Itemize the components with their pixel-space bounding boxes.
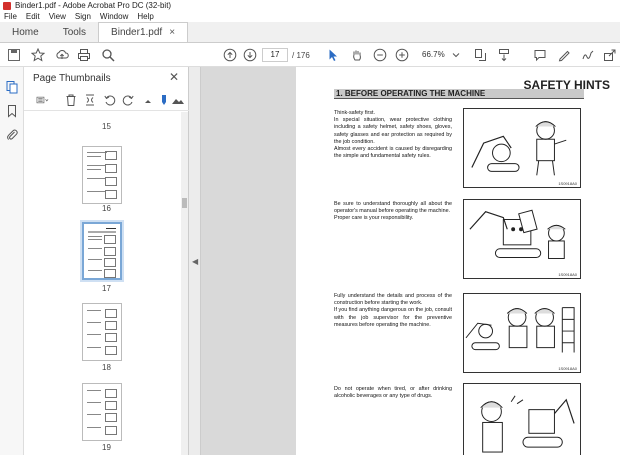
safety-paragraph-2: Be sure to understand thoroughly all abo… xyxy=(334,201,452,222)
safety-paragraph-1: Think-safety first. In special situation… xyxy=(334,110,452,160)
thumbnail-page-18[interactable] xyxy=(82,303,122,361)
illustration-operator-manual: 1S0918A0 xyxy=(463,199,581,279)
tab-tools-label: Tools xyxy=(62,26,87,38)
illustration-safety-gear: 1S0918A0 xyxy=(463,108,581,188)
small-thumbnails-icon[interactable] xyxy=(140,92,156,108)
thumbnail-label-19: 19 xyxy=(102,443,111,452)
tab-document-label: Binder1.pdf xyxy=(111,27,163,38)
tab-bar: Home Tools Binder1.pdf × xyxy=(0,22,620,43)
thumbnail-page-19[interactable] xyxy=(82,383,122,441)
document-canvas[interactable]: SAFETY HINTS 1. BEFORE OPERATING THE MAC… xyxy=(201,67,620,455)
figure-code-2: 1S0918A0 xyxy=(558,272,577,277)
safety-paragraph-3: Fully understand the details and process… xyxy=(334,293,452,328)
zoom-in-icon[interactable] xyxy=(394,47,410,63)
window-title: Binder1.pdf - Adobe Acrobat Pro DC (32-b… xyxy=(15,1,172,10)
menu-help[interactable]: Help xyxy=(137,12,153,21)
tab-tools[interactable]: Tools xyxy=(51,22,98,42)
page-thumbnails-icon[interactable] xyxy=(4,79,20,95)
page-display-icon[interactable] xyxy=(472,47,488,63)
collapse-arrow-icon: ◀ xyxy=(192,257,199,266)
share-icon[interactable] xyxy=(602,47,618,63)
thumbnail-scrollbar-thumb[interactable] xyxy=(182,198,187,208)
thumbnail-scrollbar[interactable] xyxy=(181,112,188,455)
menu-view[interactable]: View xyxy=(49,12,66,21)
sign-icon[interactable] xyxy=(580,47,596,63)
hand-tool-icon[interactable] xyxy=(349,47,365,63)
previous-page-icon[interactable] xyxy=(222,47,238,63)
thumbnail-label-18: 18 xyxy=(102,363,111,372)
bookmarks-icon[interactable] xyxy=(4,103,20,119)
scroll-mode-icon[interactable] xyxy=(496,47,512,63)
print-icon[interactable] xyxy=(76,47,92,63)
delete-page-icon[interactable] xyxy=(63,92,79,108)
zoom-level[interactable]: 66.7% xyxy=(422,50,445,59)
menu-window[interactable]: Window xyxy=(100,12,128,21)
page-thumbnails-panel: Page Thumbnails ✕ 15 16 17 18 19 xyxy=(24,67,189,455)
highlight-pen-icon[interactable] xyxy=(556,47,572,63)
upload-cloud-icon[interactable] xyxy=(54,47,70,63)
main-toolbar xyxy=(0,43,620,67)
thumbnail-label-15: 15 xyxy=(102,122,111,131)
page-total: / 176 xyxy=(292,51,310,60)
panel-collapse-handle[interactable]: ◀ xyxy=(189,67,201,455)
close-panel-icon[interactable]: ✕ xyxy=(169,70,179,84)
thumbnail-label-17: 17 xyxy=(102,284,111,293)
close-tab-icon[interactable]: × xyxy=(169,27,175,38)
save-icon[interactable] xyxy=(6,47,22,63)
tab-home-label: Home xyxy=(12,26,39,38)
attachments-icon[interactable] xyxy=(4,127,20,143)
menu-bar: File Edit View Sign Window Help xyxy=(0,11,620,22)
large-thumbnails-icon[interactable] xyxy=(170,92,186,108)
menu-sign[interactable]: Sign xyxy=(75,12,91,21)
page-number-input[interactable]: 17 xyxy=(262,48,288,62)
select-cursor-icon[interactable] xyxy=(325,47,341,63)
panel-title: Page Thumbnails xyxy=(33,73,111,84)
title-bar: Binder1.pdf - Adobe Acrobat Pro DC (32-b… xyxy=(0,0,620,11)
insert-page-icon[interactable] xyxy=(82,92,98,108)
rotate-left-icon[interactable] xyxy=(102,92,118,108)
section-heading: 1. BEFORE OPERATING THE MACHINE xyxy=(334,89,584,99)
illustration-do-not-operate-tired xyxy=(463,383,581,455)
thumbnail-toolbar xyxy=(24,89,189,111)
menu-edit[interactable]: Edit xyxy=(26,12,40,21)
zoom-dropdown-icon[interactable] xyxy=(448,47,464,63)
left-rail xyxy=(0,67,24,455)
figure-code-3: 1S0918A0 xyxy=(558,366,577,371)
safety-paragraph-4: Do not operate when tired, or after drin… xyxy=(334,386,452,400)
thumbnail-page-16[interactable] xyxy=(82,146,122,204)
rotate-right-icon[interactable] xyxy=(120,92,136,108)
zoom-out-icon[interactable] xyxy=(372,47,388,63)
pdf-page: SAFETY HINTS 1. BEFORE OPERATING THE MAC… xyxy=(296,67,620,455)
tab-home[interactable]: Home xyxy=(0,22,51,42)
options-menu-icon[interactable] xyxy=(32,92,54,108)
comment-icon[interactable] xyxy=(532,47,548,63)
acrobat-icon xyxy=(3,1,11,10)
tab-document[interactable]: Binder1.pdf × xyxy=(98,22,189,42)
next-page-icon[interactable] xyxy=(242,47,258,63)
thumbnail-page-17[interactable] xyxy=(80,220,124,282)
menu-file[interactable]: File xyxy=(4,12,17,21)
find-icon[interactable] xyxy=(100,47,116,63)
bookmark-star-icon[interactable] xyxy=(30,47,46,63)
illustration-job-supervisor: 1S0918A0 xyxy=(463,293,581,373)
figure-code-1: 1S0918A0 xyxy=(558,181,577,186)
thumbnail-label-16: 16 xyxy=(102,204,111,213)
